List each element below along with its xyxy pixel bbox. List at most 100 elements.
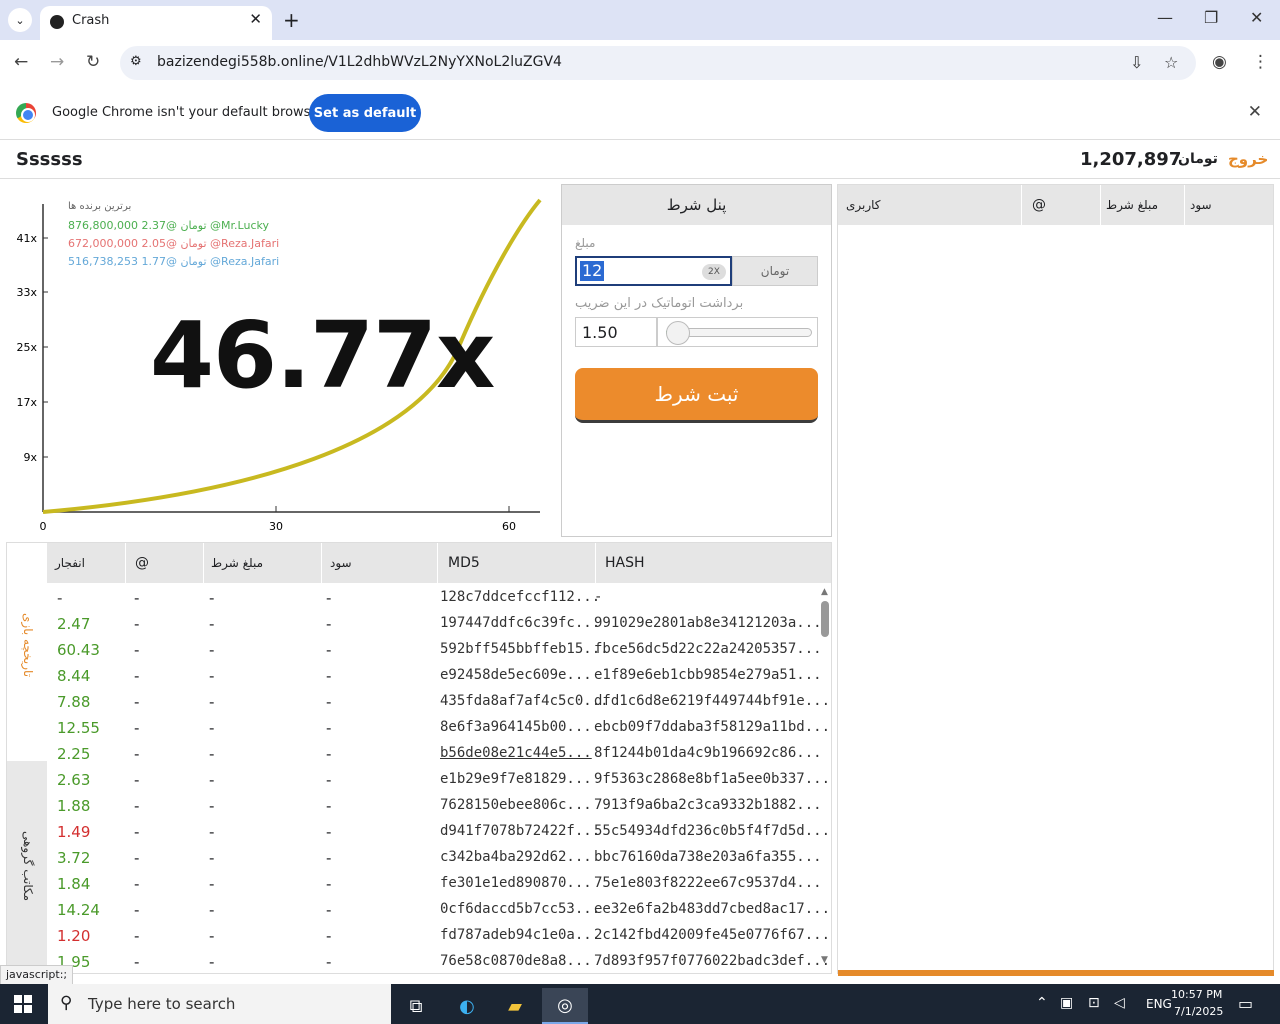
md5-value[interactable]: 128c7ddcefccf112... — [440, 589, 600, 605]
install-app-icon[interactable]: ⇩ — [1130, 53, 1143, 72]
md5-value[interactable]: d941f7078b72422f... — [440, 823, 600, 839]
forward-arrow-icon[interactable]: → — [50, 52, 64, 72]
tray-chevron-icon[interactable]: ⌃ — [1036, 995, 1048, 1011]
history-scrollbar[interactable]: ▲ ▼ — [819, 585, 831, 973]
hash-value: 7913f9a6ba2c3ca9332b1882... — [594, 797, 822, 813]
place-bet-button[interactable]: ثبت شرط — [575, 368, 818, 423]
language-indicator[interactable]: ENG — [1146, 997, 1172, 1011]
file-explorer-icon[interactable]: ▰ — [492, 988, 538, 1024]
tab-search-chevron-icon[interactable]: ⌄ — [8, 8, 32, 32]
y-tick-label: 9x — [23, 451, 37, 464]
tab-group-chat[interactable]: مکاتب گروهی — [7, 761, 47, 973]
browser-tab[interactable]: Crash ✕ — [40, 6, 272, 40]
scroll-thumb[interactable] — [821, 601, 829, 637]
tab-close-icon[interactable]: ✕ — [249, 10, 262, 28]
md5-value[interactable]: 592bff545bbffeb15... — [440, 641, 609, 657]
col-md5: MD5 — [448, 555, 480, 571]
md5-value[interactable]: 435fda8af7af4c5c0... — [440, 693, 609, 709]
volume-icon[interactable]: ◁ — [1114, 995, 1125, 1011]
auto-cashout-slider[interactable] — [657, 317, 818, 347]
md5-value[interactable]: fe301e1ed890870... — [440, 875, 592, 891]
hash-value: 8f1244b01da4c9b196692c86... — [594, 745, 822, 761]
slider-knob[interactable] — [666, 321, 690, 345]
amount-label: مبلغ — [575, 236, 596, 250]
bookmark-star-icon[interactable]: ☆ — [1164, 53, 1178, 72]
tab-game-history[interactable]: تاریخچه بازی — [7, 543, 47, 761]
history-row[interactable]: 7.88 - - - 435fda8af7af4c5c0... dfd1c6d8e6219… — [47, 689, 830, 715]
md5-value[interactable]: b56de08e21c44e5... — [440, 745, 592, 761]
history-row[interactable]: 8.44 - - - e92458de5ec609e... e1f89e6eb1cbb98… — [47, 663, 822, 689]
tab-title: Crash — [72, 13, 110, 28]
auto-cashout-input[interactable]: 1.50 — [575, 317, 657, 347]
md5-value[interactable]: e92458de5ec609e... — [440, 667, 592, 683]
history-row[interactable]: 12.55 - - - 8e6f3a964145b00... ebcb09f7ddaba3… — [47, 715, 830, 741]
new-tab-plus-icon[interactable]: + — [283, 8, 300, 32]
md5-value[interactable]: e1b29e9f7e81829... — [440, 771, 592, 787]
bet-value: - — [209, 641, 215, 659]
game-history: تاریخچه بازی مکاتب گروهی انفجار @ مبلغ ش… — [6, 542, 832, 974]
start-windows-icon[interactable] — [14, 995, 32, 1013]
history-row[interactable]: 2.25 - - - b56de08e21c44e5... 8f1244b01da4c9b… — [47, 741, 822, 767]
profile-icon[interactable]: ◉ — [1212, 52, 1227, 72]
tab-game-history-label[interactable]: تاریخچه بازی — [21, 613, 35, 677]
md5-value[interactable]: 8e6f3a964145b00... — [440, 719, 592, 735]
search-placeholder[interactable]: Type here to search — [88, 995, 235, 1013]
back-arrow-icon[interactable]: ← — [14, 52, 28, 72]
scroll-up-icon[interactable]: ▲ — [821, 587, 828, 597]
wifi-icon[interactable]: ⊡ — [1088, 995, 1100, 1011]
double-button[interactable]: 2X — [702, 264, 726, 280]
scroll-down-icon[interactable]: ▼ — [821, 955, 828, 965]
profit-value: - — [326, 615, 332, 633]
crash-value: 14.24 — [57, 901, 100, 919]
history-row[interactable]: - - - -128c7ddcefccf112... - — [47, 585, 817, 611]
notification-icon[interactable]: ▭ — [1238, 994, 1253, 1013]
task-view-icon[interactable]: ⧉ — [393, 988, 439, 1024]
md5-value[interactable]: fd787adeb94c1e0a... — [440, 927, 600, 943]
history-row[interactable]: 2.63 - - - e1b29e9f7e81829... 9f5363c2868e8bf… — [47, 767, 830, 793]
clock-date[interactable]: 7/1/2025 — [1174, 1005, 1223, 1018]
minimize-icon[interactable]: — — [1157, 8, 1173, 27]
history-row[interactable]: 14.24 - - - 0cf6daccd5b7cc53... ee32e6fa2b483… — [47, 897, 830, 923]
clock-time[interactable]: 10:57 PM — [1171, 988, 1222, 1001]
set-default-button[interactable]: Set as default — [309, 94, 421, 132]
md5-value[interactable]: c342ba4ba292d62... — [440, 849, 592, 865]
menu-dots-icon[interactable]: ⋮ — [1252, 52, 1269, 72]
window-close-icon[interactable]: ✕ — [1250, 8, 1263, 27]
profit-value: - — [326, 953, 332, 971]
md5-value[interactable]: 76e58c0870de8a8... — [440, 953, 592, 969]
reload-icon[interactable]: ↻ — [86, 52, 100, 72]
url-text[interactable]: bazizendegi558b.online/V1L2dhbWVzL2NyYXN… — [157, 54, 562, 70]
at-value: - — [134, 797, 140, 815]
md5-value[interactable]: 197447ddfc6c39fc... — [440, 615, 600, 631]
address-bar[interactable]: ⚙ bazizendegi558b.online/V1L2dhbWVzL2NyY… — [120, 46, 1196, 80]
edge-icon[interactable]: ◐ — [444, 988, 490, 1024]
history-row[interactable]: 1.20 - - - fd787adeb94c1e0a... 2c142fbd42009f… — [47, 923, 830, 949]
history-row[interactable]: 1.84 - - - fe301e1ed890870... 75e1e803f8222ee… — [47, 871, 822, 897]
history-row[interactable]: 1.88 - - - 7628150ebee806c... 7913f9a6ba2c3ca… — [47, 793, 822, 819]
profit-value: - — [326, 667, 332, 685]
profit-value: - — [326, 927, 332, 945]
y-tick-label: 33x — [16, 286, 37, 299]
taskbar-search[interactable]: ⚲ Type here to search — [48, 984, 391, 1024]
history-row[interactable]: 1.49 - - - d941f7078b72422f... 55c54934dfd236… — [47, 819, 830, 845]
profit-value: - — [326, 589, 332, 607]
tab-favicon-icon — [50, 15, 64, 29]
history-row[interactable]: 60.43 - - - 592bff545bbffeb15... fbce56dc5d22… — [47, 637, 822, 663]
leader-entry: 876,800,000 2.37@ تومان @Mr.Lucky — [68, 219, 269, 232]
network-icon[interactable]: ▣ — [1060, 995, 1073, 1011]
restore-icon[interactable]: ❐ — [1204, 8, 1218, 27]
md5-value[interactable]: 0cf6daccd5b7cc53... — [440, 901, 600, 917]
crash-value: 1.88 — [57, 797, 91, 815]
tab-group-chat-label[interactable]: مکاتب گروهی — [21, 831, 35, 901]
bet-value: - — [209, 693, 215, 711]
history-row[interactable]: 3.72 - - - c342ba4ba292d62... bbc76160da738e2… — [47, 845, 822, 871]
amount-value[interactable]: 12 — [580, 261, 605, 281]
infobar-close-icon[interactable]: ✕ — [1248, 102, 1262, 122]
chrome-taskbar-icon[interactable]: ◎ — [542, 988, 588, 1024]
site-info-icon[interactable]: ⚙ — [130, 54, 142, 69]
history-row[interactable]: 2.47 - - - 197447ddfc6c39fc... 991029e2801ab8… — [47, 611, 822, 637]
history-row[interactable]: 1.95- - -76e58c0870de8a8... 7d893f957f07760… — [47, 949, 830, 973]
md5-value[interactable]: 7628150ebee806c... — [440, 797, 592, 813]
exit-link[interactable]: خروج — [1228, 150, 1268, 168]
amount-input[interactable]: 12 2X — [575, 256, 732, 286]
